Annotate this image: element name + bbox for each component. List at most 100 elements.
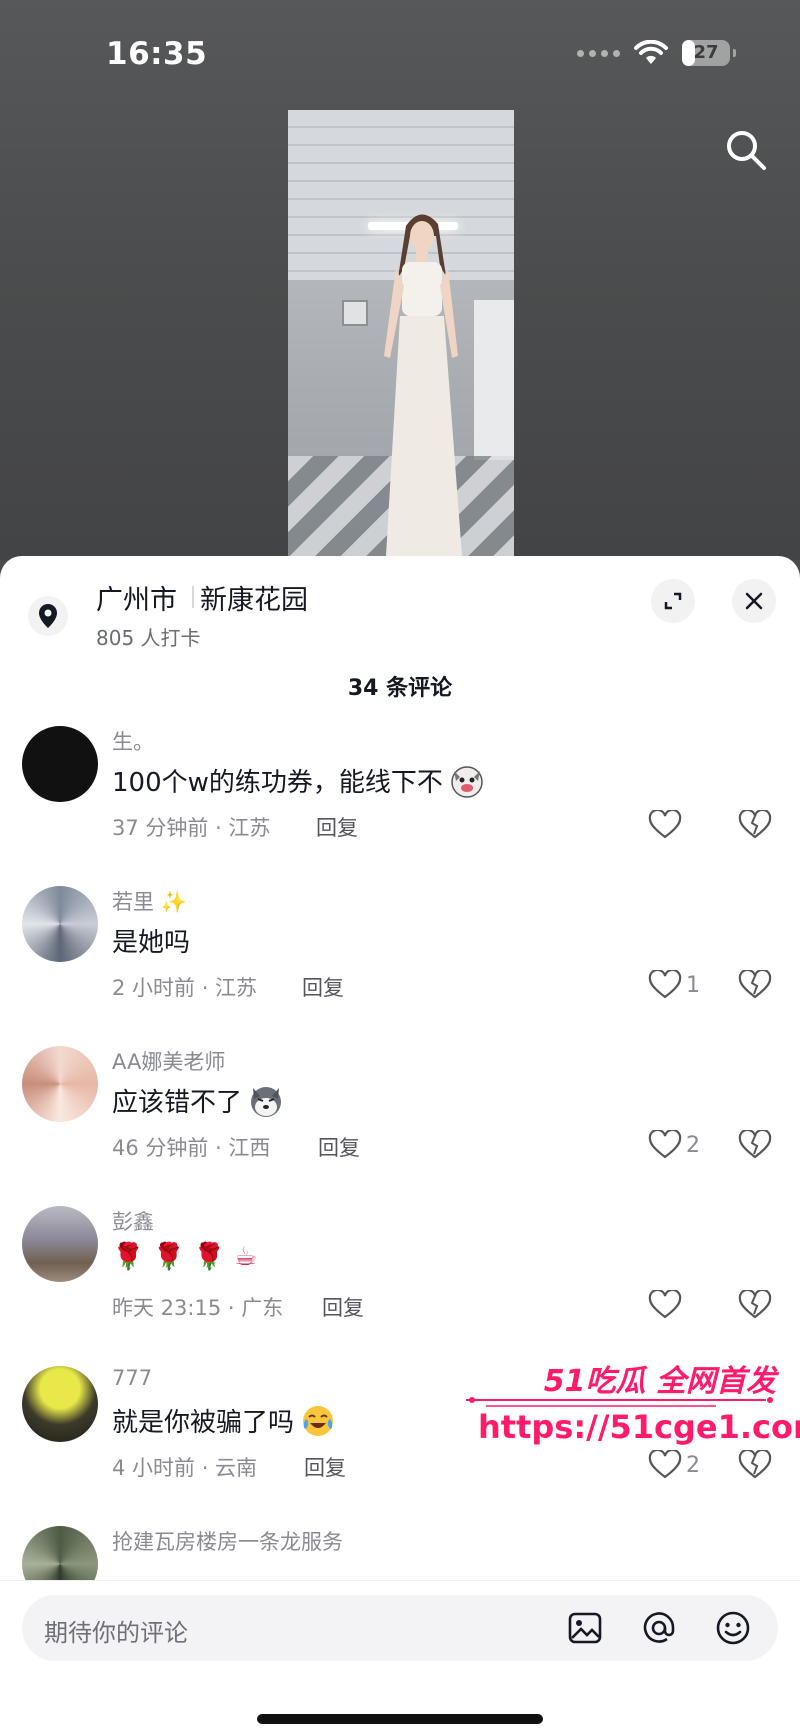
comment-meta: 37 分钟前 · 江苏 [112,816,271,840]
dislike-button[interactable] [738,1288,772,1324]
reply-button[interactable]: 回复 [322,1292,364,1322]
comment-username[interactable]: 若里 ✨ [112,886,187,916]
home-indicator [257,1714,543,1724]
comment-item: AA娜美老师 应该错不了 46 分钟前 · 江西 回复 2 [0,1034,800,1194]
comment-meta: 2 小时前 · 江苏 [112,976,258,1000]
expand-button[interactable] [651,579,695,623]
sparkles-emoji: ✨ [160,890,187,914]
comment-text-content: 100个w的练功券，能线下不 [112,768,443,798]
comment-input-bar: 期待你的评论 [0,1580,800,1736]
avatar[interactable] [22,886,98,962]
comment-item: 若里 ✨ 是她吗 2 小时前 · 江苏 回复 1 [0,874,800,1034]
avatar-pixelated [22,1206,98,1282]
heart-icon [648,1290,682,1319]
comment-text: 是她吗 [112,922,190,959]
avatar-pixelated [22,726,98,802]
avatar[interactable] [22,1046,98,1122]
door [474,300,514,460]
battery-tip [733,49,736,57]
location-city[interactable]: 广州市 [96,578,177,617]
like-button[interactable]: 2 [648,1130,700,1160]
avatar[interactable] [22,1526,98,1580]
wifi-icon [634,40,668,64]
close-button[interactable] [732,579,776,623]
dislike-button[interactable] [738,808,772,844]
video-thumbnail[interactable] [288,110,514,566]
comment-text-content: 应该错不了 [112,1088,243,1118]
watermark: 51吃瓜 全网首发 https://51cge1.com [466,1356,800,1466]
comment-username[interactable]: 777 [112,1366,152,1390]
heart-icon [648,810,682,839]
mention-button[interactable] [640,1609,678,1647]
image-icon [568,1612,602,1644]
comment-text-content: 🌹 🌹 🌹 ☕ [112,1242,258,1272]
photo-backdrop: 16:35 27 [0,0,800,566]
broken-heart-icon [738,808,772,839]
location-separator [192,586,194,608]
crying-laughing-emoji [303,1405,334,1436]
location-place[interactable]: 新康花园 [200,578,308,617]
comment-meta: 昨天 23:15 · 广东 [112,1296,284,1320]
comment-text-content: 是她吗 [112,928,191,958]
emoji-button[interactable] [714,1609,752,1647]
avatar[interactable] [22,726,98,802]
battery-level: 27 [693,42,719,63]
comment-meta: 46 分钟前 · 江西 [112,1136,271,1160]
wall-fan [342,300,368,326]
comment-item: 生。 100个w的练功券，能线下不 37 分钟前 · 江苏 回复 [0,714,800,874]
person-figure [384,214,462,556]
expand-icon [664,592,682,610]
comment-text: 100个w的练功券，能线下不 [112,762,485,799]
avatar[interactable] [22,1206,98,1282]
at-icon [643,1612,675,1643]
like-button[interactable] [648,1290,686,1320]
broken-heart-icon [738,968,772,999]
location-button[interactable] [28,596,68,636]
reply-button[interactable]: 回复 [318,1132,360,1162]
comment-username[interactable]: AA娜美老师 [112,1046,225,1076]
dislike-button[interactable] [738,1128,772,1164]
comments-count-header: 34 条评论 [347,676,453,701]
reply-button[interactable]: 回复 [304,1452,346,1482]
heart-icon [648,1130,682,1159]
cellular-signal-icon [577,49,620,57]
close-icon [745,592,763,610]
comment-text: 就是你被骗了吗 [112,1402,336,1439]
husky-emoji [251,1086,282,1117]
comment-text: 应该错不了 [112,1082,284,1119]
comment-input[interactable]: 期待你的评论 [22,1595,778,1661]
reply-button[interactable]: 回复 [302,972,344,1002]
checkin-count: 805 人打卡 [96,626,201,650]
comment-text-content: 就是你被骗了吗 [112,1408,295,1438]
dog-emoji [451,765,483,798]
comment-text: 🌹 🌹 🌹 ☕ [112,1242,257,1272]
search-button[interactable] [722,126,770,174]
broken-heart-icon [738,1288,772,1319]
like-button[interactable] [648,810,686,840]
smile-icon [716,1611,750,1645]
comment-input-placeholder: 期待你的评论 [44,1619,188,1647]
avatar[interactable] [22,1366,98,1442]
broken-heart-icon [738,1128,772,1159]
status-indicators: 27 [577,40,736,66]
comment-username[interactable]: 彭鑫 [112,1206,154,1236]
comment-item: 抢建瓦房楼房一条龙服务 [0,1514,800,1580]
comment-username[interactable]: 生。 [112,726,154,756]
battery-indicator: 27 [682,40,736,66]
like-count: 2 [686,1132,700,1158]
heart-icon [648,970,682,999]
comments-sheet: 广州市 新康花园 805 人打卡 34 条评论 生。 100个w的练功券，能线下… [0,556,800,1736]
like-count: 1 [686,972,700,998]
reply-button[interactable]: 回复 [316,812,358,842]
comment-item: 彭鑫 🌹 🌹 🌹 ☕ 昨天 23:15 · 广东 回复 [0,1194,800,1354]
like-button[interactable]: 1 [648,970,700,1000]
dislike-button[interactable] [738,968,772,1004]
avatar-pixelated [22,1046,98,1122]
image-button[interactable] [566,1609,604,1647]
avatar-pixelated [22,1366,98,1442]
watermark-url: https://51cge1.com [478,1408,800,1446]
comment-username[interactable]: 抢建瓦房楼房一条龙服务 [112,1526,343,1556]
avatar-pixelated [22,1526,98,1580]
avatar-pixelated [22,886,98,962]
comment-meta: 4 小时前 · 云南 [112,1456,258,1480]
